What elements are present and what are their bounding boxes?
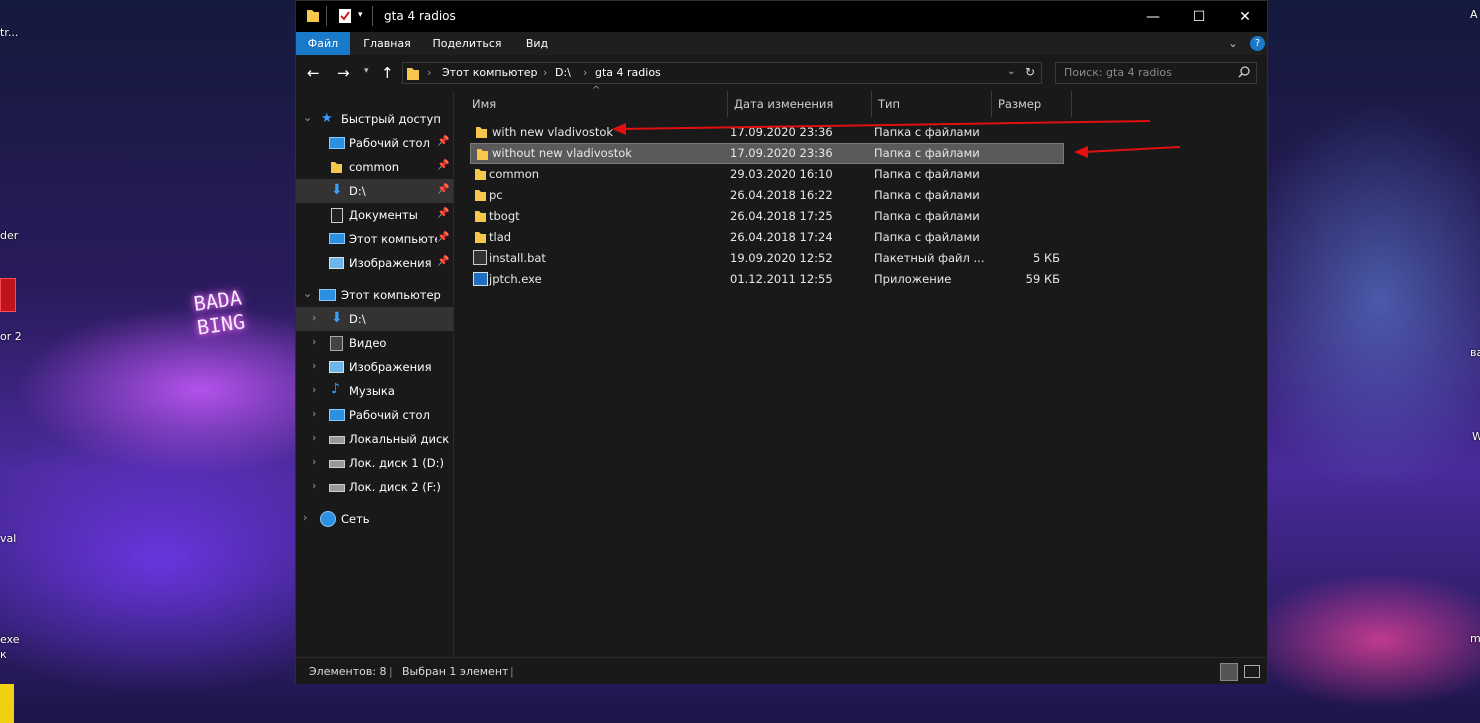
annotation-arrow <box>621 120 1151 130</box>
annotation-arrowhead <box>612 123 626 135</box>
annotation-arrows <box>612 120 1181 158</box>
annotation-arrowhead <box>1074 146 1088 158</box>
annotation-arrow <box>1083 146 1181 153</box>
